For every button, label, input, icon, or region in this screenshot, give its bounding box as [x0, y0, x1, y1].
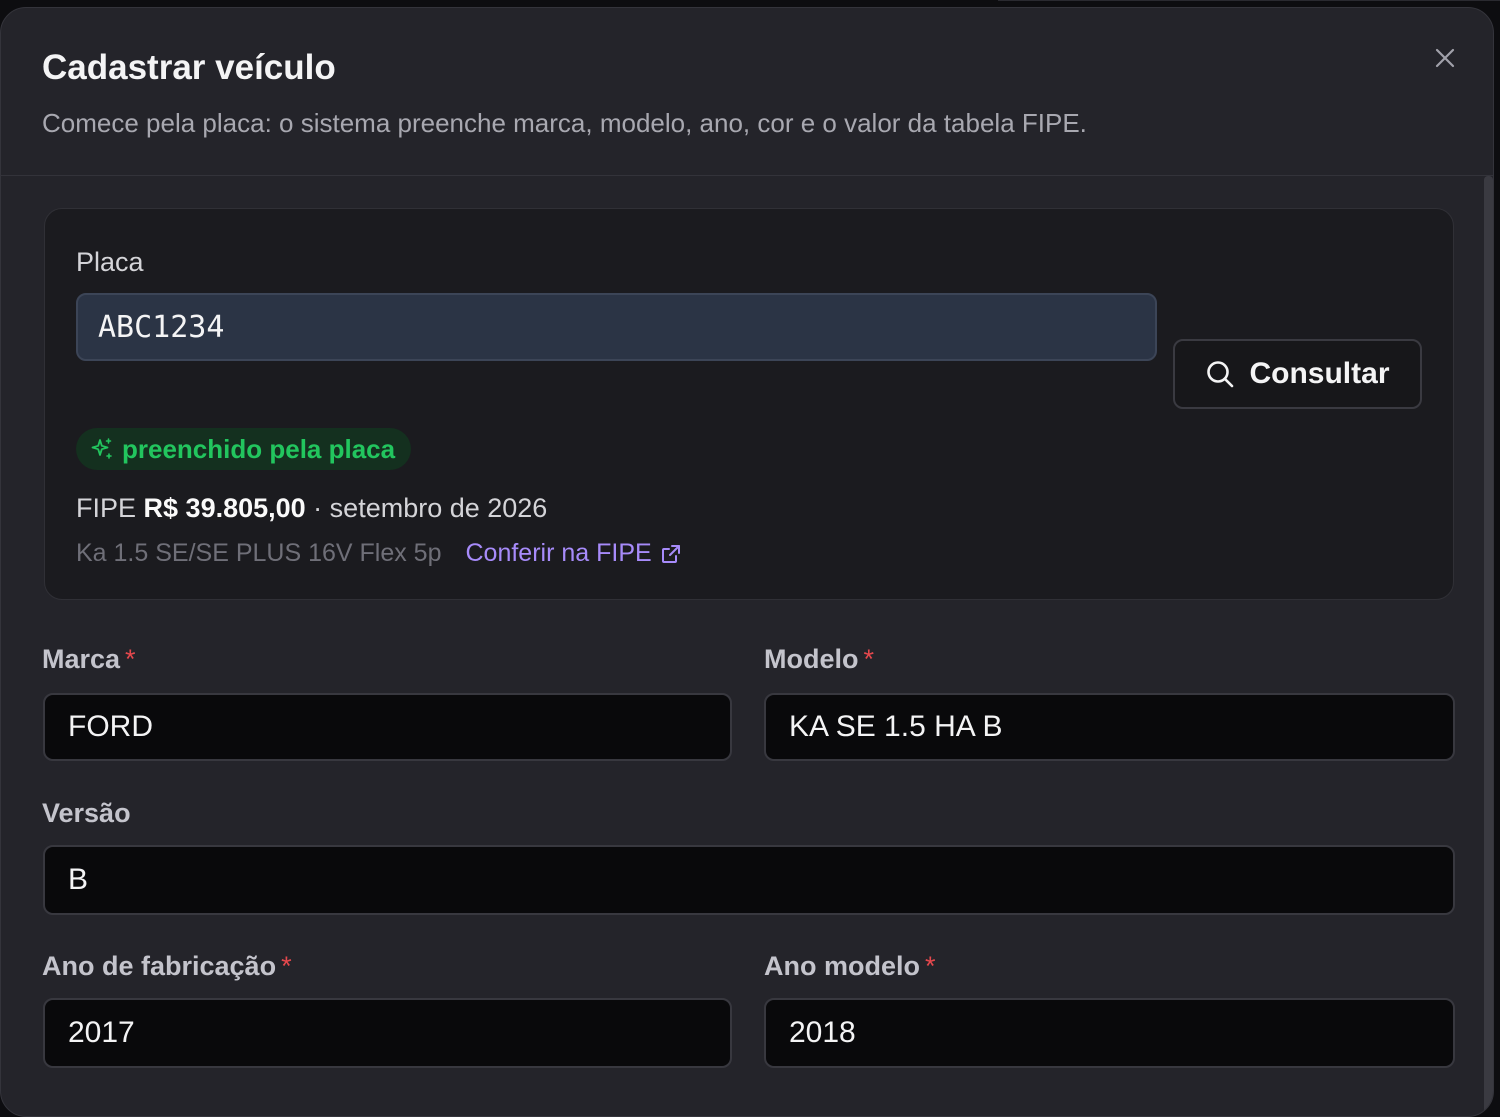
manufacture-year-label-text: Ano de fabricação — [42, 951, 277, 981]
version-label-text: Versão — [42, 798, 131, 828]
required-mark: * — [925, 951, 936, 981]
plate-label: Placa — [76, 247, 144, 277]
required-mark: * — [125, 644, 136, 674]
required-mark: * — [281, 951, 292, 981]
model-input[interactable] — [764, 693, 1455, 761]
model-year-label-text: Ano modelo — [764, 951, 920, 981]
plate-input[interactable] — [76, 293, 1157, 361]
manufacture-year-label: Ano de fabricação * — [42, 951, 292, 982]
dialog-header: Cadastrar veículo Comece pela placa: o s… — [1, 8, 1493, 176]
fipe-separator: · — [305, 493, 330, 523]
fipe-version-line: Ka 1.5 SE/SE PLUS 16V Flex 5p Conferir n… — [76, 539, 682, 568]
backdrop-edge — [998, 0, 1500, 7]
model-year-input[interactable] — [764, 998, 1455, 1068]
register-vehicle-dialog: Cadastrar veículo Comece pela placa: o s… — [0, 7, 1494, 1117]
dialog-subtitle: Comece pela placa: o sistema preenche ma… — [42, 108, 1087, 138]
autofill-badge-label: preenchido pela placa — [122, 433, 396, 464]
fipe-reference-month: setembro de 2026 — [329, 493, 548, 523]
version-label: Versão — [42, 798, 131, 829]
required-mark: * — [863, 644, 875, 674]
brand-label-text: Marca — [42, 644, 121, 674]
external-link-icon — [661, 544, 680, 563]
consult-button-label: Consultar — [1249, 357, 1390, 390]
fipe-version: Ka 1.5 SE/SE PLUS 16V Flex 5p — [76, 539, 442, 567]
model-label: Modelo * — [764, 644, 874, 675]
model-year-label: Ano modelo * — [764, 951, 936, 982]
brand-input[interactable] — [43, 693, 732, 761]
fipe-prefix: FIPE — [76, 493, 137, 523]
check-fipe-link-label: Conferir na FIPE — [465, 539, 652, 567]
autofill-badge: preenchido pela placa — [76, 428, 412, 470]
close-icon — [1435, 48, 1455, 68]
close-button[interactable] — [1429, 42, 1461, 74]
model-label-text: Modelo — [764, 644, 859, 674]
search-icon — [1207, 361, 1234, 388]
manufacture-year-input[interactable] — [43, 998, 732, 1068]
dialog-title: Cadastrar veículo — [42, 48, 336, 87]
fipe-price: R$ 39.805,00 — [143, 493, 306, 523]
version-input[interactable] — [43, 845, 1455, 915]
sparkles-icon — [91, 438, 112, 459]
brand-label: Marca * — [42, 644, 136, 675]
consult-button[interactable]: Consultar — [1173, 339, 1422, 409]
dialog-scrollbar[interactable] — [1484, 176, 1493, 1116]
plate-lookup-card: Placa Consultar preenchido pela placa FI… — [44, 208, 1454, 600]
check-fipe-link[interactable]: Conferir na FIPE — [465, 539, 681, 568]
fipe-price-line: FIPE R$ 39.805,00 · setembro de 2026 — [76, 493, 547, 524]
